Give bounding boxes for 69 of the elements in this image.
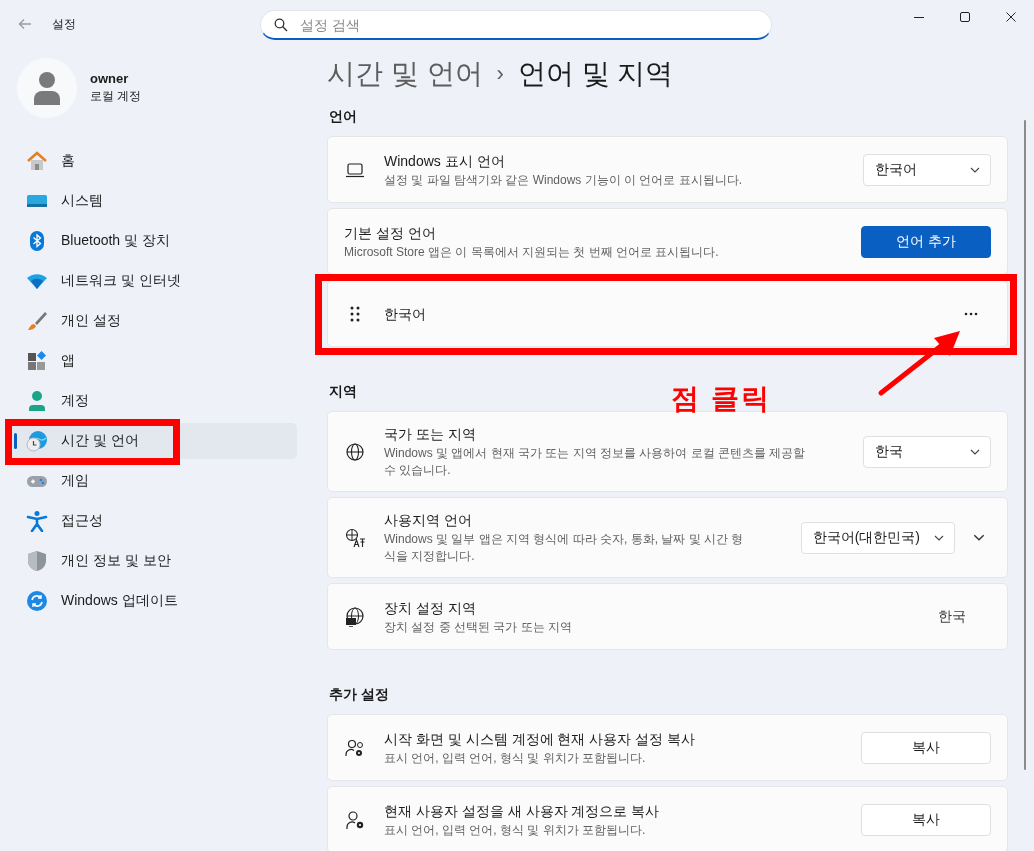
breadcrumb-link[interactable]: 시간 및 언어 (327, 55, 483, 93)
chevron-down-icon (973, 534, 985, 541)
sidebar-item[interactable]: 게임 (12, 463, 297, 499)
dropdown[interactable]: 한국어(대한민국) (800, 521, 955, 554)
maximize-icon (960, 12, 970, 22)
chevron-down-icon (970, 448, 980, 455)
sidebar-item[interactable]: Windows 업데이트 (12, 583, 297, 619)
sidebar-item[interactable]: Bluetooth 및 장치 (12, 223, 297, 259)
setting-description: 설정 및 파일 탐색기와 같은 Windows 기능이 이 언어로 표시됩니다. (384, 171, 744, 189)
setting-description: Microsoft Store 앱은 이 목록에서 지원되는 첫 번째 언어로 표시됩니다. (344, 243, 720, 261)
setting-description: Windows 및 일부 앱은 지역 형식에 따라 숫자, 통화, 날짜 및 시간 형식을 지정합니다. (384, 531, 745, 565)
people-gear-icon (345, 737, 365, 758)
person-icon (26, 390, 48, 412)
sidebar-item[interactable]: 개인 정보 및 보안 (12, 543, 297, 579)
setting-description: 표시 언어, 입력 언어, 형식 및 위치가 포함됩니다. (384, 821, 647, 839)
sidebar-item[interactable]: 네트워크 및 인터넷 (12, 263, 297, 299)
house-icon (26, 150, 48, 172)
shield-icon (26, 550, 48, 572)
setting-description: 장치 설정 중 선택된 국가 또는 지역 (384, 618, 573, 636)
globe-letters-icon (345, 527, 365, 548)
setting-title: 시작 화면 및 시스템 계정에 현재 사용자 설정 복사 (384, 729, 697, 749)
person-gear-icon (345, 809, 365, 830)
sidebar-item[interactable]: 시간 및 언어 (12, 423, 297, 459)
setting-description: 표시 언어, 입력 언어, 형식 및 위치가 포함됩니다. (384, 749, 647, 767)
apps-icon (26, 350, 48, 372)
globe-icon (345, 441, 365, 462)
setting-title: 현재 사용자 설정을 새 사용자 계정으로 복사 (384, 801, 661, 821)
sidebar-item[interactable]: 접근성 (12, 503, 297, 539)
globe-clock-icon (26, 430, 48, 452)
section-title: 지역 (329, 383, 357, 401)
setting-value: 한국 (938, 607, 966, 626)
dropdown[interactable]: 한국어 (863, 153, 991, 186)
breadcrumb-separator: › (496, 61, 504, 87)
section-title: 추가 설정 (329, 686, 389, 704)
page-title: 언어 및 지역 (517, 57, 674, 91)
chevron-down-icon (934, 534, 944, 541)
account-type: 로컬 계정 (90, 88, 142, 105)
setting-title: 한국어 (384, 304, 427, 324)
add-language-button[interactable]: 언어 추가 (861, 225, 991, 258)
chevron-down-icon (970, 166, 980, 173)
setting-title: 기본 설정 언어 (344, 223, 437, 243)
sidebar-item[interactable]: 앱 (12, 343, 297, 379)
user-name: owner (90, 71, 130, 86)
accessibility-figure-icon (26, 510, 48, 532)
sidebar-item[interactable]: 개인 설정 (12, 303, 297, 339)
globe-monitor-icon (345, 606, 365, 627)
search-icon (274, 18, 288, 32)
person-icon (33, 71, 61, 105)
sidebar-item[interactable]: 홈 (12, 143, 297, 179)
copy-button[interactable]: 복사 (861, 731, 991, 764)
sidebar-item[interactable]: 시스템 (12, 183, 297, 219)
copy-button[interactable]: 복사 (861, 803, 991, 836)
window-title: 설정 (52, 15, 76, 33)
annotation-caption: 점 클릭 (671, 382, 771, 416)
close-icon (1006, 12, 1016, 22)
setting-description: Windows 및 앱에서 현재 국가 또는 지역 정보를 사용하여 로컬 콘텐츠를 제공할 수 있습니다. (384, 445, 807, 479)
sidebar-item[interactable]: 계정 (12, 383, 297, 419)
search-field[interactable]: 설정 검색 (260, 10, 772, 40)
paintbrush-icon (26, 310, 48, 332)
refresh-icon (26, 590, 48, 612)
setting-title: 사용지역 언어 (384, 511, 473, 530)
setting-title: 국가 또는 지역 (384, 425, 477, 444)
section-title: 언어 (329, 108, 357, 126)
back-arrow-icon[interactable] (17, 16, 33, 32)
more-icon (964, 311, 978, 316)
dropdown[interactable]: 한국 (863, 435, 991, 468)
scrollbar[interactable] (1024, 120, 1026, 770)
setting-title: Windows 표시 언어 (384, 151, 506, 171)
setting-title: 장치 설정 지역 (384, 598, 477, 618)
